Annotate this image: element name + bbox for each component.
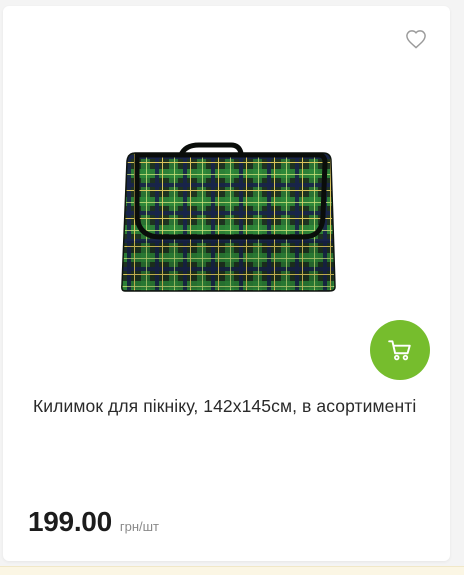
product-price: 199.00: [28, 506, 112, 537]
product-image[interactable]: [113, 141, 343, 296]
add-to-cart-button[interactable]: [370, 320, 430, 380]
product-card[interactable]: Килимок для пікніку, 142х145см, в асорти…: [3, 6, 450, 561]
price-block: 199.00 грн/шт: [28, 506, 159, 538]
price-unit: грн/шт: [119, 519, 159, 534]
shopping-cart-icon: [388, 340, 411, 361]
product-title[interactable]: Килимок для пікніку, 142х145см, в асорти…: [33, 393, 428, 420]
favorite-button[interactable]: [405, 29, 427, 49]
heart-outline-icon: [406, 30, 426, 49]
